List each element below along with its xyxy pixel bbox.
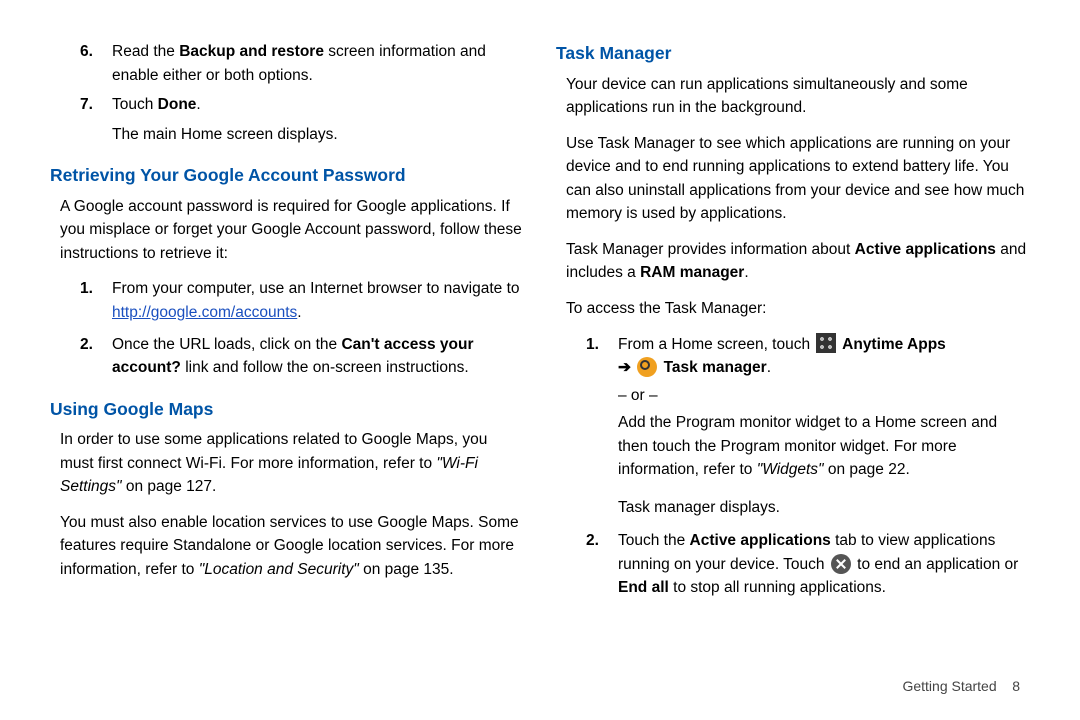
tm-paragraph-2: Use Task Manager to see which applicatio… (566, 132, 1030, 226)
text: link and follow the on-screen instructio… (181, 359, 469, 376)
maps-paragraph-2: You must also enable location services t… (60, 511, 524, 582)
retrieve-step-1: 1. From your computer, use an Internet b… (50, 277, 524, 324)
text: Touch (112, 96, 158, 113)
close-icon (831, 554, 851, 574)
cross-ref: "Widgets" (757, 461, 824, 478)
step-body: Read the Backup and restore screen infor… (112, 40, 524, 87)
heading-task-manager: Task Manager (556, 40, 1030, 67)
page-number: 8 (1012, 678, 1020, 694)
text: In order to use some applications relate… (60, 431, 487, 472)
step-number: 1. (556, 333, 618, 520)
tm-paragraph-1: Your device can run applications simulta… (566, 73, 1030, 120)
text: on page 127. (122, 478, 217, 495)
step-7: 7. Touch Done. The main Home screen disp… (50, 93, 524, 146)
retrieve-step-2: 2. Once the URL loads, click on the Can'… (50, 333, 524, 380)
step-number: 6. (50, 40, 112, 87)
step-body: From your computer, use an Internet brow… (112, 277, 524, 324)
intro-paragraph: A Google account password is required fo… (60, 195, 524, 266)
bold-term: Done (158, 96, 197, 113)
step-body: Touch Done. The main Home screen display… (112, 93, 524, 146)
step-result: Task manager displays. (618, 496, 1030, 520)
text: on page 135. (359, 561, 454, 578)
tm-step-1: 1. From a Home screen, touch Anytime App… (556, 333, 1030, 520)
text: From your computer, use an Internet brow… (112, 280, 520, 297)
manual-page: 6. Read the Backup and restore screen in… (0, 0, 1080, 720)
page-footer: Getting Started 8 (902, 678, 1020, 694)
step-body: Touch the Active applications tab to vie… (618, 529, 1030, 600)
heading-retrieve-password: Retrieving Your Google Account Password (50, 162, 524, 189)
right-column: Task Manager Your device can run applica… (556, 40, 1030, 710)
text: Read the (112, 43, 179, 60)
step-6: 6. Read the Backup and restore screen in… (50, 40, 524, 87)
text: to stop all running applications. (669, 579, 886, 596)
tm-step-2: 2. Touch the Active applications tab to … (556, 529, 1030, 600)
text: Task Manager provides information about (566, 241, 855, 258)
step-body: Once the URL loads, click on the Can't a… (112, 333, 524, 380)
section-name: Getting Started (902, 678, 996, 694)
step-number: 2. (50, 333, 112, 380)
bold-term: Backup and restore (179, 43, 324, 60)
tm-paragraph-3: Task Manager provides information about … (566, 238, 1030, 285)
text: on page 22. (824, 461, 910, 478)
text: . (767, 359, 771, 376)
step-result: The main Home screen displays. (112, 123, 524, 147)
or-divider: – or – (618, 384, 1030, 408)
heading-using-google-maps: Using Google Maps (50, 396, 524, 423)
text: . (196, 96, 200, 113)
task-manager-label: Task manager (659, 359, 766, 376)
text: From a Home screen, touch (618, 336, 814, 353)
text: Touch the (618, 532, 690, 549)
left-column: 6. Read the Backup and restore screen in… (50, 40, 524, 710)
maps-paragraph-1: In order to use some applications relate… (60, 428, 524, 499)
text: . (744, 264, 748, 281)
text: . (297, 304, 301, 321)
arrow-icon: ➔ (618, 359, 635, 376)
bold-term: RAM manager (640, 264, 744, 281)
text: to end an application or (853, 556, 1018, 573)
text: Once the URL loads, click on the (112, 336, 341, 353)
apps-grid-icon (816, 333, 836, 353)
alt-instruction: Add the Program monitor widget to a Home… (618, 411, 1030, 482)
task-manager-icon (637, 357, 657, 377)
cross-ref: "Location and Security" (199, 561, 359, 578)
bold-term: Active applications (690, 532, 831, 549)
accounts-link[interactable]: http://google.com/accounts (112, 304, 297, 321)
tm-lead: To access the Task Manager: (566, 297, 1030, 321)
bold-term: Active applications (855, 241, 996, 258)
anytime-apps-label: Anytime Apps (838, 336, 945, 353)
bold-term: End all (618, 579, 669, 596)
step-number: 1. (50, 277, 112, 324)
step-body: From a Home screen, touch Anytime Apps ➔… (618, 333, 1030, 520)
step-number: 2. (556, 529, 618, 600)
step-number: 7. (50, 93, 112, 146)
